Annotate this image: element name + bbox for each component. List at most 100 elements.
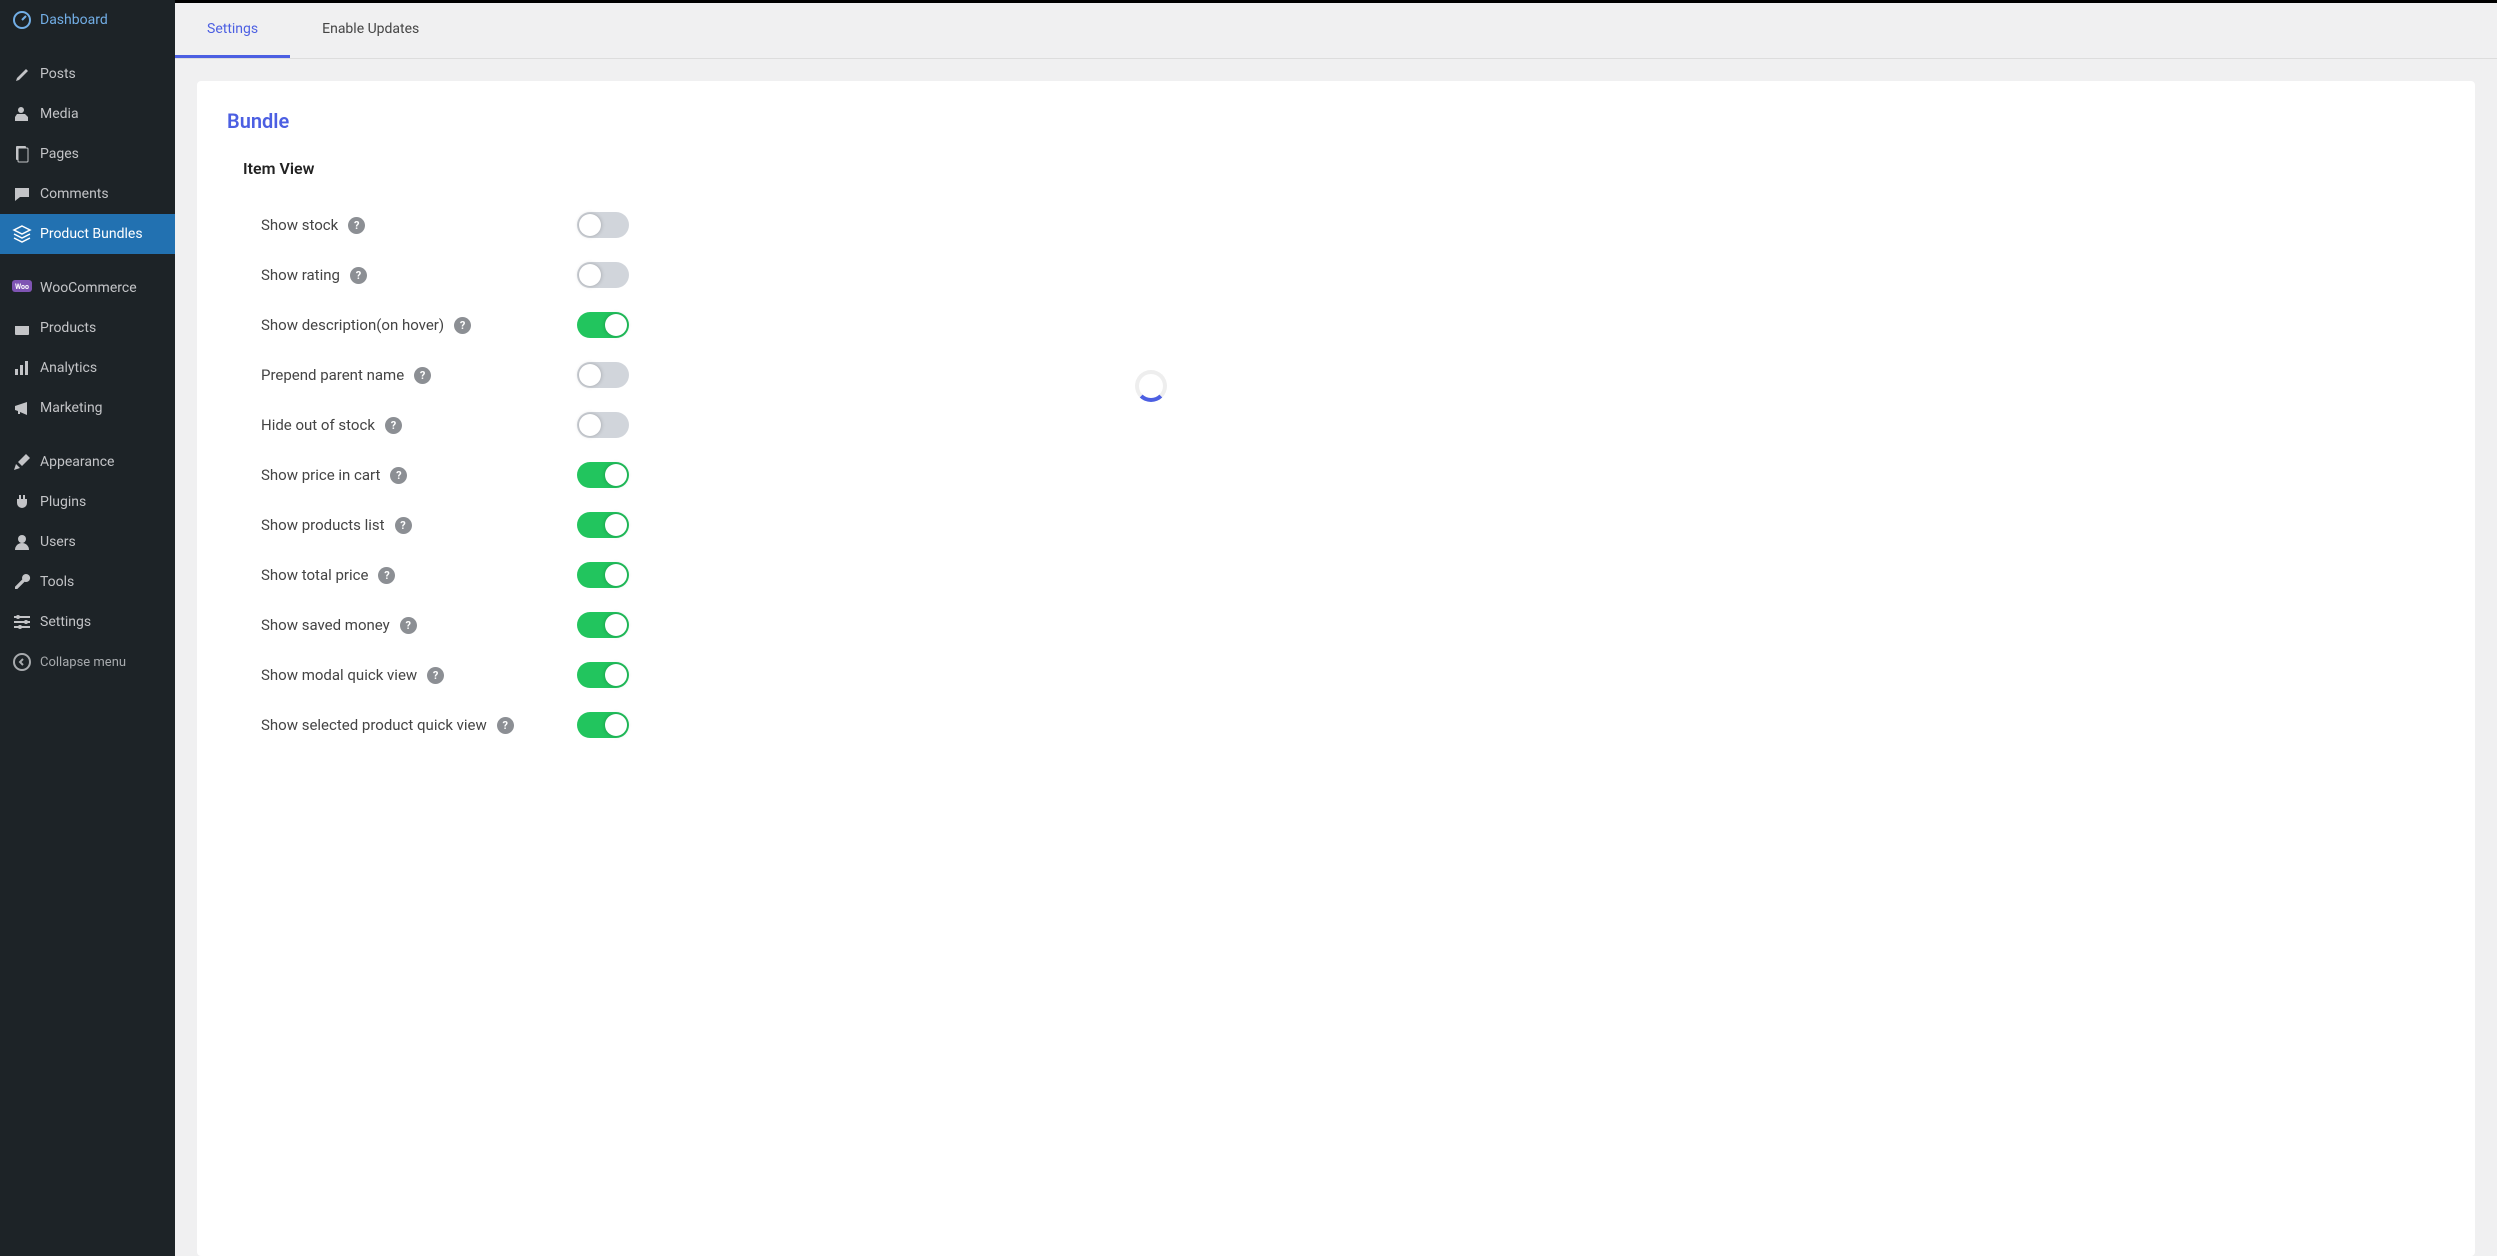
box-icon <box>12 318 32 338</box>
setting-row: Show stock? <box>227 200 2445 250</box>
sidebar-item-product-bundles[interactable]: Product Bundles <box>0 214 175 254</box>
setting-toggle[interactable] <box>577 512 629 538</box>
setting-row: Show modal quick view? <box>227 650 2445 700</box>
setting-row: Show selected product quick view? <box>227 700 2445 750</box>
sidebar-item-media[interactable]: Media <box>0 94 175 134</box>
sidebar-item-label: Appearance <box>40 454 114 470</box>
megaphone-icon <box>12 398 32 418</box>
dashboard-icon <box>12 10 32 30</box>
help-icon[interactable]: ? <box>454 317 471 334</box>
sidebar-item-label: Posts <box>40 66 76 82</box>
sidebar-item-users[interactable]: Users <box>0 522 175 562</box>
setting-label-wrap: Show products list? <box>261 516 577 534</box>
sidebar-item-posts[interactable]: Posts <box>0 54 175 94</box>
setting-label: Show products list <box>261 516 385 534</box>
sidebar-item-analytics[interactable]: Analytics <box>0 348 175 388</box>
sidebar-item-label: Settings <box>40 614 91 630</box>
toggle-knob <box>579 414 601 436</box>
toggle-knob <box>579 214 601 236</box>
setting-row: Show description(on hover)? <box>227 300 2445 350</box>
sidebar-item-pages[interactable]: Pages <box>0 134 175 174</box>
sidebar-item-woocommerce[interactable]: Woo WooCommerce <box>0 268 175 308</box>
setting-toggle[interactable] <box>577 612 629 638</box>
page-icon <box>12 144 32 164</box>
help-icon[interactable]: ? <box>348 217 365 234</box>
toggle-knob <box>605 564 627 586</box>
tab-label: Settings <box>207 21 258 37</box>
sidebar-item-label: Users <box>40 534 76 550</box>
sidebar-item-plugins[interactable]: Plugins <box>0 482 175 522</box>
setting-label-wrap: Prepend parent name? <box>261 366 577 384</box>
sidebar-item-label: Analytics <box>40 360 97 376</box>
setting-label: Show rating <box>261 266 340 284</box>
sidebar-item-appearance[interactable]: Appearance <box>0 442 175 482</box>
setting-toggle[interactable] <box>577 362 629 388</box>
toggle-knob <box>605 614 627 636</box>
setting-label-wrap: Show price in cart? <box>261 466 577 484</box>
tab-settings[interactable]: Settings <box>175 3 290 58</box>
sidebar-item-label: Tools <box>40 574 74 590</box>
setting-row: Show price in cart? <box>227 450 2445 500</box>
toggle-knob <box>605 314 627 336</box>
help-icon[interactable]: ? <box>395 517 412 534</box>
admin-sidebar: Dashboard Posts Media Pages Comments Pro… <box>0 0 175 1256</box>
sidebar-item-tools[interactable]: Tools <box>0 562 175 602</box>
setting-toggle[interactable] <box>577 562 629 588</box>
help-icon[interactable]: ? <box>414 367 431 384</box>
setting-label: Prepend parent name <box>261 366 404 384</box>
setting-label: Show total price <box>261 566 368 584</box>
setting-toggle[interactable] <box>577 262 629 288</box>
setting-label: Hide out of stock <box>261 416 375 434</box>
setting-label-wrap: Show description(on hover)? <box>261 316 577 334</box>
setting-label-wrap: Hide out of stock? <box>261 416 577 434</box>
help-icon[interactable]: ? <box>427 667 444 684</box>
comments-icon <box>12 184 32 204</box>
settings-tabs: Settings Enable Updates <box>175 3 2497 59</box>
collapse-menu-button[interactable]: Collapse menu <box>0 642 175 682</box>
toggle-knob <box>605 714 627 736</box>
setting-row: Show saved money? <box>227 600 2445 650</box>
sidebar-item-label: Comments <box>40 186 109 202</box>
toggle-knob <box>579 364 601 386</box>
sidebar-item-comments[interactable]: Comments <box>0 174 175 214</box>
setting-row: Show rating? <box>227 250 2445 300</box>
section-title: Item View <box>243 159 2445 178</box>
help-icon[interactable]: ? <box>350 267 367 284</box>
help-icon[interactable]: ? <box>385 417 402 434</box>
sidebar-item-label: Dashboard <box>40 12 108 28</box>
sidebar-item-label: Products <box>40 320 96 336</box>
setting-toggle[interactable] <box>577 462 629 488</box>
main-content: Settings Enable Updates Bundle Item View… <box>175 0 2497 1256</box>
setting-label: Show stock <box>261 216 338 234</box>
setting-row: Prepend parent name? <box>227 350 2445 400</box>
sidebar-item-marketing[interactable]: Marketing <box>0 388 175 428</box>
pin-icon <box>12 64 32 84</box>
pulse-indicator-icon <box>561 249 575 263</box>
help-icon[interactable]: ? <box>390 467 407 484</box>
setting-label-wrap: Show modal quick view? <box>261 666 577 684</box>
tab-label: Enable Updates <box>322 21 419 37</box>
setting-row: Hide out of stock? <box>227 400 2445 450</box>
setting-toggle[interactable] <box>577 712 629 738</box>
setting-toggle[interactable] <box>577 662 629 688</box>
sidebar-item-settings[interactable]: Settings <box>0 602 175 642</box>
sidebar-item-products[interactable]: Products <box>0 308 175 348</box>
setting-label: Show selected product quick view <box>261 716 487 734</box>
sliders-icon <box>12 612 32 632</box>
help-icon[interactable]: ? <box>400 617 417 634</box>
user-icon <box>12 532 32 552</box>
setting-toggle[interactable] <box>577 412 629 438</box>
setting-label-wrap: Show selected product quick view? <box>261 716 577 734</box>
tab-enable-updates[interactable]: Enable Updates <box>290 3 451 58</box>
setting-toggle[interactable] <box>577 312 629 338</box>
woo-icon: Woo <box>12 278 32 298</box>
brush-icon <box>12 452 32 472</box>
sidebar-item-label: Product Bundles <box>40 226 143 242</box>
help-icon[interactable]: ? <box>497 717 514 734</box>
sidebar-item-dashboard[interactable]: Dashboard <box>0 0 175 40</box>
plug-icon <box>12 492 32 512</box>
setting-row: Show products list? <box>227 500 2445 550</box>
setting-label-wrap: Show stock? <box>261 216 577 234</box>
setting-toggle[interactable] <box>577 212 629 238</box>
help-icon[interactable]: ? <box>378 567 395 584</box>
